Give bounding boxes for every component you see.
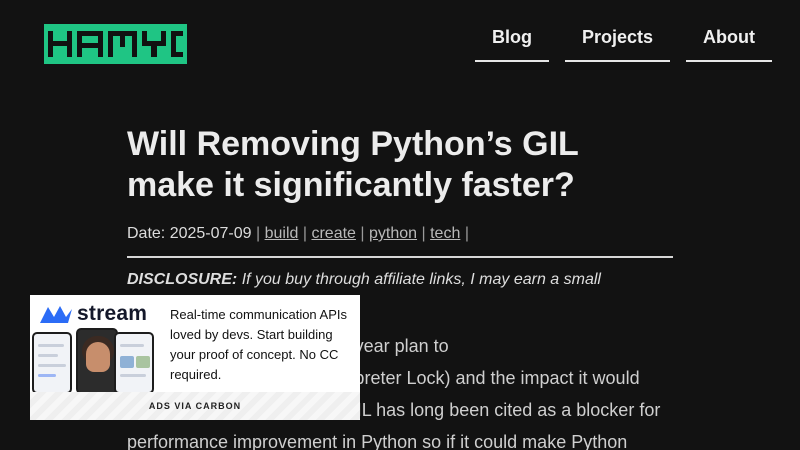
nav-projects[interactable]: Projects	[564, 24, 671, 62]
nav-about[interactable]: About	[686, 24, 772, 62]
phone-mockup	[114, 332, 154, 394]
separator: |	[464, 225, 469, 242]
tag-build[interactable]: build	[265, 225, 299, 242]
ad-brand-name: stream	[77, 302, 148, 325]
stream-logo-icon	[40, 306, 72, 323]
phone-mockup	[32, 332, 72, 394]
tag-tech[interactable]: tech	[430, 225, 460, 242]
chat-line	[38, 364, 66, 367]
site-logo[interactable]	[44, 24, 187, 64]
phone-mockup	[76, 328, 118, 394]
chat-line	[38, 374, 56, 377]
avatar-face	[86, 342, 110, 372]
post-date: Date: 2025-07-09	[127, 225, 252, 242]
main-nav: Blog Projects About	[474, 24, 772, 62]
ad-brand[interactable]: stream	[39, 301, 147, 327]
page: Blog Projects About Will Removing Python…	[0, 0, 800, 450]
tag-python[interactable]: python	[369, 225, 417, 242]
tag-create[interactable]: create	[311, 225, 355, 242]
article-meta: Date: 2025-07-09 | build | create | pyth…	[127, 224, 673, 244]
ad-footer-link[interactable]: ADS VIA CARBON	[30, 392, 360, 420]
separator: |	[360, 225, 365, 242]
separator: |	[255, 225, 261, 242]
photo-thumb	[136, 356, 150, 368]
body-line: performance improvement in Python so if …	[127, 432, 628, 450]
separator: |	[302, 225, 308, 242]
chat-line	[38, 354, 58, 357]
ad-image[interactable]	[32, 328, 190, 394]
chat-line	[38, 344, 64, 347]
separator: |	[421, 225, 426, 242]
logo-wordmark	[48, 31, 183, 57]
ad-copy[interactable]: Real-time communication APIs loved by de…	[170, 305, 355, 385]
photo-thumb	[120, 356, 134, 368]
divider	[127, 256, 673, 258]
chat-line	[120, 374, 146, 377]
disclosure-label: DISCLOSURE:	[127, 271, 238, 288]
article-title: Will Removing Python’s GIL make it signi…	[127, 125, 579, 204]
nav-blog[interactable]: Blog	[474, 24, 549, 62]
carbon-ad[interactable]: stream Real-time communication APIs love…	[30, 295, 360, 420]
chat-line	[120, 344, 144, 347]
